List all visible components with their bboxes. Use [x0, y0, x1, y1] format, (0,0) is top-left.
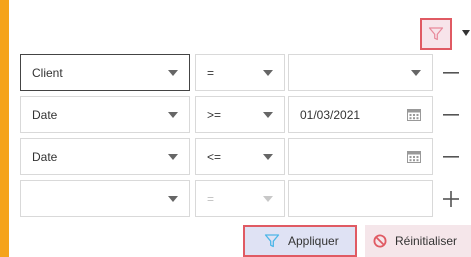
filter-icon — [264, 234, 280, 248]
date-input-value: 01/03/2021 — [300, 107, 361, 122]
chevron-down-icon — [168, 70, 178, 76]
calendar-icon[interactable] — [407, 108, 421, 121]
chevron-down-icon — [411, 70, 421, 76]
chevron-down-icon — [168, 112, 178, 118]
remove-row-button[interactable] — [440, 146, 462, 168]
add-row-button[interactable] — [440, 188, 462, 210]
operator-select-value: = — [207, 65, 215, 80]
operator-select[interactable]: <= — [195, 138, 285, 175]
field-select[interactable]: Date — [20, 96, 190, 133]
chevron-down-icon — [263, 70, 273, 76]
operator-select[interactable]: >= — [195, 96, 285, 133]
date-input[interactable]: 01/03/2021 — [288, 96, 433, 133]
reset-button[interactable]: Réinitialiser — [365, 225, 471, 257]
minus-icon — [443, 156, 459, 158]
reset-button-label: Réinitialiser — [395, 234, 458, 248]
operator-select-value: <= — [207, 149, 222, 164]
caret-down-icon[interactable] — [462, 30, 470, 36]
chevron-down-icon — [263, 112, 273, 118]
chevron-down-icon — [263, 154, 273, 160]
date-input[interactable] — [288, 138, 433, 175]
remove-row-button[interactable] — [440, 104, 462, 126]
field-select-value: Date — [32, 149, 58, 164]
chevron-down-icon — [168, 196, 178, 202]
operator-select-value: = — [207, 191, 215, 206]
prohibited-icon — [373, 234, 387, 248]
chevron-down-icon — [168, 154, 178, 160]
operator-select[interactable]: = — [195, 54, 285, 91]
calendar-icon[interactable] — [407, 150, 421, 163]
operator-select: = — [195, 180, 285, 217]
minus-icon — [443, 72, 459, 74]
value-select[interactable] — [288, 54, 433, 91]
apply-button[interactable]: Appliquer — [243, 225, 357, 257]
remove-row-button[interactable] — [440, 62, 462, 84]
field-select-value: Date — [32, 107, 58, 122]
value-input[interactable] — [288, 180, 433, 217]
filter-toggle-button[interactable] — [420, 18, 452, 50]
minus-icon — [443, 114, 459, 116]
field-select-value: Client — [32, 65, 63, 80]
operator-select-value: >= — [207, 107, 222, 122]
filter-icon — [428, 27, 444, 41]
plus-icon — [443, 191, 459, 207]
field-select[interactable] — [20, 180, 190, 217]
field-select[interactable]: Client — [20, 54, 190, 91]
apply-button-label: Appliquer — [288, 234, 339, 248]
field-select[interactable]: Date — [20, 138, 190, 175]
chevron-down-icon — [263, 196, 273, 202]
